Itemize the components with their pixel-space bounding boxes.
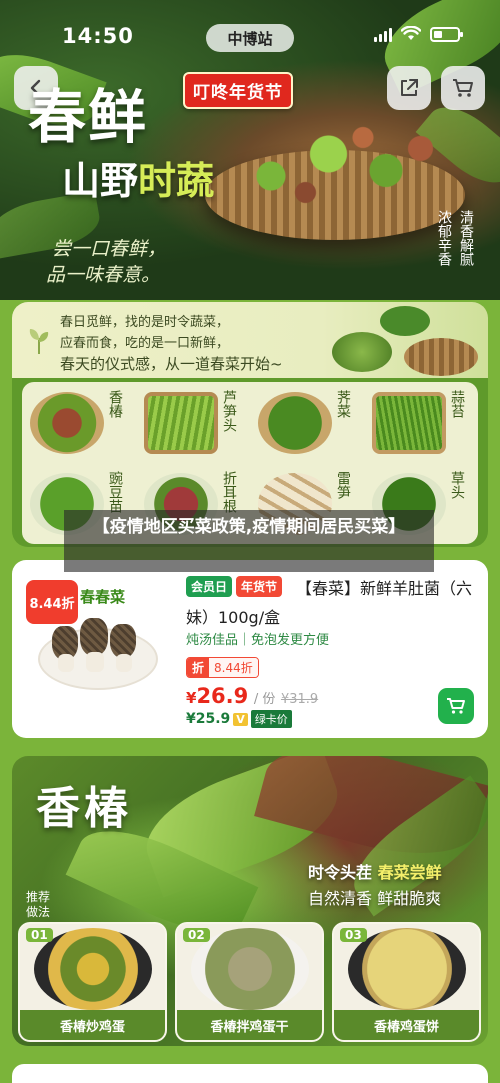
vegetable-name: 香椿 xyxy=(107,390,123,418)
news-title-overlay: 【疫情地区买菜政策,疫情期间居民买菜】 xyxy=(64,510,434,572)
toona-sprouts-image xyxy=(225,110,455,220)
vegetable-image xyxy=(372,392,446,454)
share-icon xyxy=(401,79,418,96)
signal-icon xyxy=(374,26,392,42)
status-icons xyxy=(374,26,463,42)
dish-card[interactable]: 02 香椿拌鸡蛋干 xyxy=(175,922,324,1042)
festival-badge: 年货节 xyxy=(236,576,283,597)
dish-card[interactable]: 01 香椿炒鸡蛋 xyxy=(18,922,167,1042)
member-price: ¥25.9 V 绿卡价 xyxy=(186,710,292,728)
price-value: 26.9 xyxy=(196,684,249,708)
product-card[interactable]: 8.44折 春春菜 【春菜】新鲜羊肚菌（六妹）100g/盒 会员日 年货节 炖汤… xyxy=(12,560,488,738)
cart-icon xyxy=(447,698,465,714)
price: ¥26.9 / 份 ¥31.9 xyxy=(186,684,318,708)
dish-number: 03 xyxy=(340,928,367,942)
sprout-icon xyxy=(29,329,49,354)
hero-tag: 清香解腻 xyxy=(458,210,474,266)
add-to-cart-button[interactable] xyxy=(438,688,474,724)
recipe-slogan-line: 时令头茬 春菜尝鲜 xyxy=(308,860,442,886)
basket-image xyxy=(404,338,478,376)
currency: ¥ xyxy=(186,689,197,707)
recipe-slogan-b: 春菜尝鲜 xyxy=(377,863,442,882)
vegetable-item[interactable]: 荠菜 xyxy=(250,382,364,463)
recipe-hint: 推荐做法 xyxy=(26,890,51,919)
vegetable-item[interactable]: 芦笋头 xyxy=(136,382,250,463)
recipe-title: 香椿 xyxy=(36,783,132,834)
dish-card[interactable]: 03 香椿鸡蛋饼 xyxy=(332,922,481,1042)
hero-banner: 14:50 中博站 叮咚年货节 春鲜 山野时蔬 尝一口春鲜， 品一味春意。 浓郁… xyxy=(0,0,500,300)
vegetable-name: 折耳根 xyxy=(221,471,237,513)
dish-number: 01 xyxy=(26,928,53,942)
discount-badge: 8.44折 xyxy=(26,580,78,624)
price-unit: / 份 xyxy=(253,692,276,707)
vip-icon: V xyxy=(233,712,248,726)
discount-label: 折 xyxy=(187,658,210,677)
hero-slogan-line: 品一味春意。 xyxy=(46,264,161,286)
recipe-slogan-line: 自然清香 鲜甜脆爽 xyxy=(308,889,442,908)
original-price: ¥31.9 xyxy=(280,692,319,707)
morel-image xyxy=(110,624,136,658)
member-day-badge: 会员日 xyxy=(186,576,233,597)
dish-name: 香椿拌鸡蛋干 xyxy=(177,1010,322,1040)
wifi-icon xyxy=(401,26,421,40)
status-time: 14:50 xyxy=(62,24,134,48)
member-price-value: ¥25.9 xyxy=(186,711,231,727)
dish-list: 01 香椿炒鸡蛋 02 香椿拌鸡蛋干 03 香椿鸡蛋饼 xyxy=(18,922,481,1042)
vegetable-image xyxy=(332,332,392,372)
hero-subtitle: 山野时蔬 xyxy=(62,150,214,205)
vegetable-name: 雷笋 xyxy=(335,471,351,499)
product-badges: 会员日 年货节 xyxy=(186,576,283,597)
vegetable-image xyxy=(144,392,218,454)
morel-stem xyxy=(86,652,104,672)
panel-header: 春日觅鲜，找的是时令蔬菜， 应春而食，吃的是一口新鲜， 春天的仪式感，从一道春菜… xyxy=(12,302,488,378)
vegetable-image xyxy=(30,392,104,454)
image-brand: 春春菜 xyxy=(80,588,126,606)
morel-stem xyxy=(58,654,74,672)
vegetable-name: 芦笋头 xyxy=(221,390,237,432)
next-card-preview xyxy=(12,1064,488,1083)
hero-slogan-line: 尝一口春鲜， xyxy=(52,238,167,260)
hero-tag: 浓郁辛香 xyxy=(436,210,452,266)
morel-image xyxy=(80,618,108,656)
discount-tag: 折 8.44折 xyxy=(186,657,259,678)
panel-intro-line: 春天的仪式感，从一道春菜开始~ xyxy=(60,355,283,373)
product-subtitle: 炖汤佳品｜免泡发更方便 xyxy=(186,633,330,648)
discount-value: 8.44折 xyxy=(209,658,258,677)
dish-number: 02 xyxy=(183,928,210,942)
vegetable-item[interactable]: 香椿 xyxy=(22,382,136,463)
vegetable-image xyxy=(258,392,332,454)
hero-slogan: 尝一口春鲜， 品一味春意。 xyxy=(46,236,167,288)
promo-tag[interactable]: 叮咚年货节 xyxy=(183,72,293,109)
share-button[interactable] xyxy=(387,66,431,110)
pea-shoot-image xyxy=(380,306,430,336)
panel-intro-line: 春日觅鲜，找的是时令蔬菜， xyxy=(60,315,230,330)
cart-icon xyxy=(453,79,473,97)
hero-subtitle-a: 山野 xyxy=(62,158,139,203)
vegetable-name: 豌豆苗 xyxy=(107,471,123,513)
vegetable-name: 草头 xyxy=(449,471,465,499)
hero-title: 春鲜 xyxy=(28,83,149,151)
green-card-label: 绿卡价 xyxy=(250,710,292,728)
site-selector[interactable]: 中博站 xyxy=(206,24,294,52)
dish-name: 香椿鸡蛋饼 xyxy=(334,1010,479,1040)
hero-subtitle-b: 时蔬 xyxy=(138,158,215,203)
hero-tags: 浓郁辛香 清香解腻 xyxy=(436,210,500,266)
vegetable-name: 荠菜 xyxy=(335,390,351,418)
recipe-banner[interactable]: 香椿 时令头茬 春菜尝鲜 自然清香 鲜甜脆爽 推荐做法 01 香椿炒鸡蛋 02 … xyxy=(12,756,488,1046)
morel-stem xyxy=(116,654,132,672)
cart-button[interactable] xyxy=(441,66,485,110)
recipe-slogan-a: 时令头茬 xyxy=(308,863,378,882)
panel-intro: 春日觅鲜，找的是时令蔬菜， 应春而食，吃的是一口新鲜， 春天的仪式感，从一道春菜… xyxy=(60,312,283,375)
dish-name: 香椿炒鸡蛋 xyxy=(20,1010,165,1040)
vegetable-name: 蒜苔 xyxy=(449,390,465,418)
panel-intro-line: 应春而食，吃的是一口新鲜， xyxy=(60,336,230,351)
recipe-slogan: 时令头茬 春菜尝鲜 自然清香 鲜甜脆爽 xyxy=(308,860,442,912)
battery-icon xyxy=(430,26,463,42)
vegetable-item[interactable]: 蒜苔 xyxy=(364,382,478,463)
